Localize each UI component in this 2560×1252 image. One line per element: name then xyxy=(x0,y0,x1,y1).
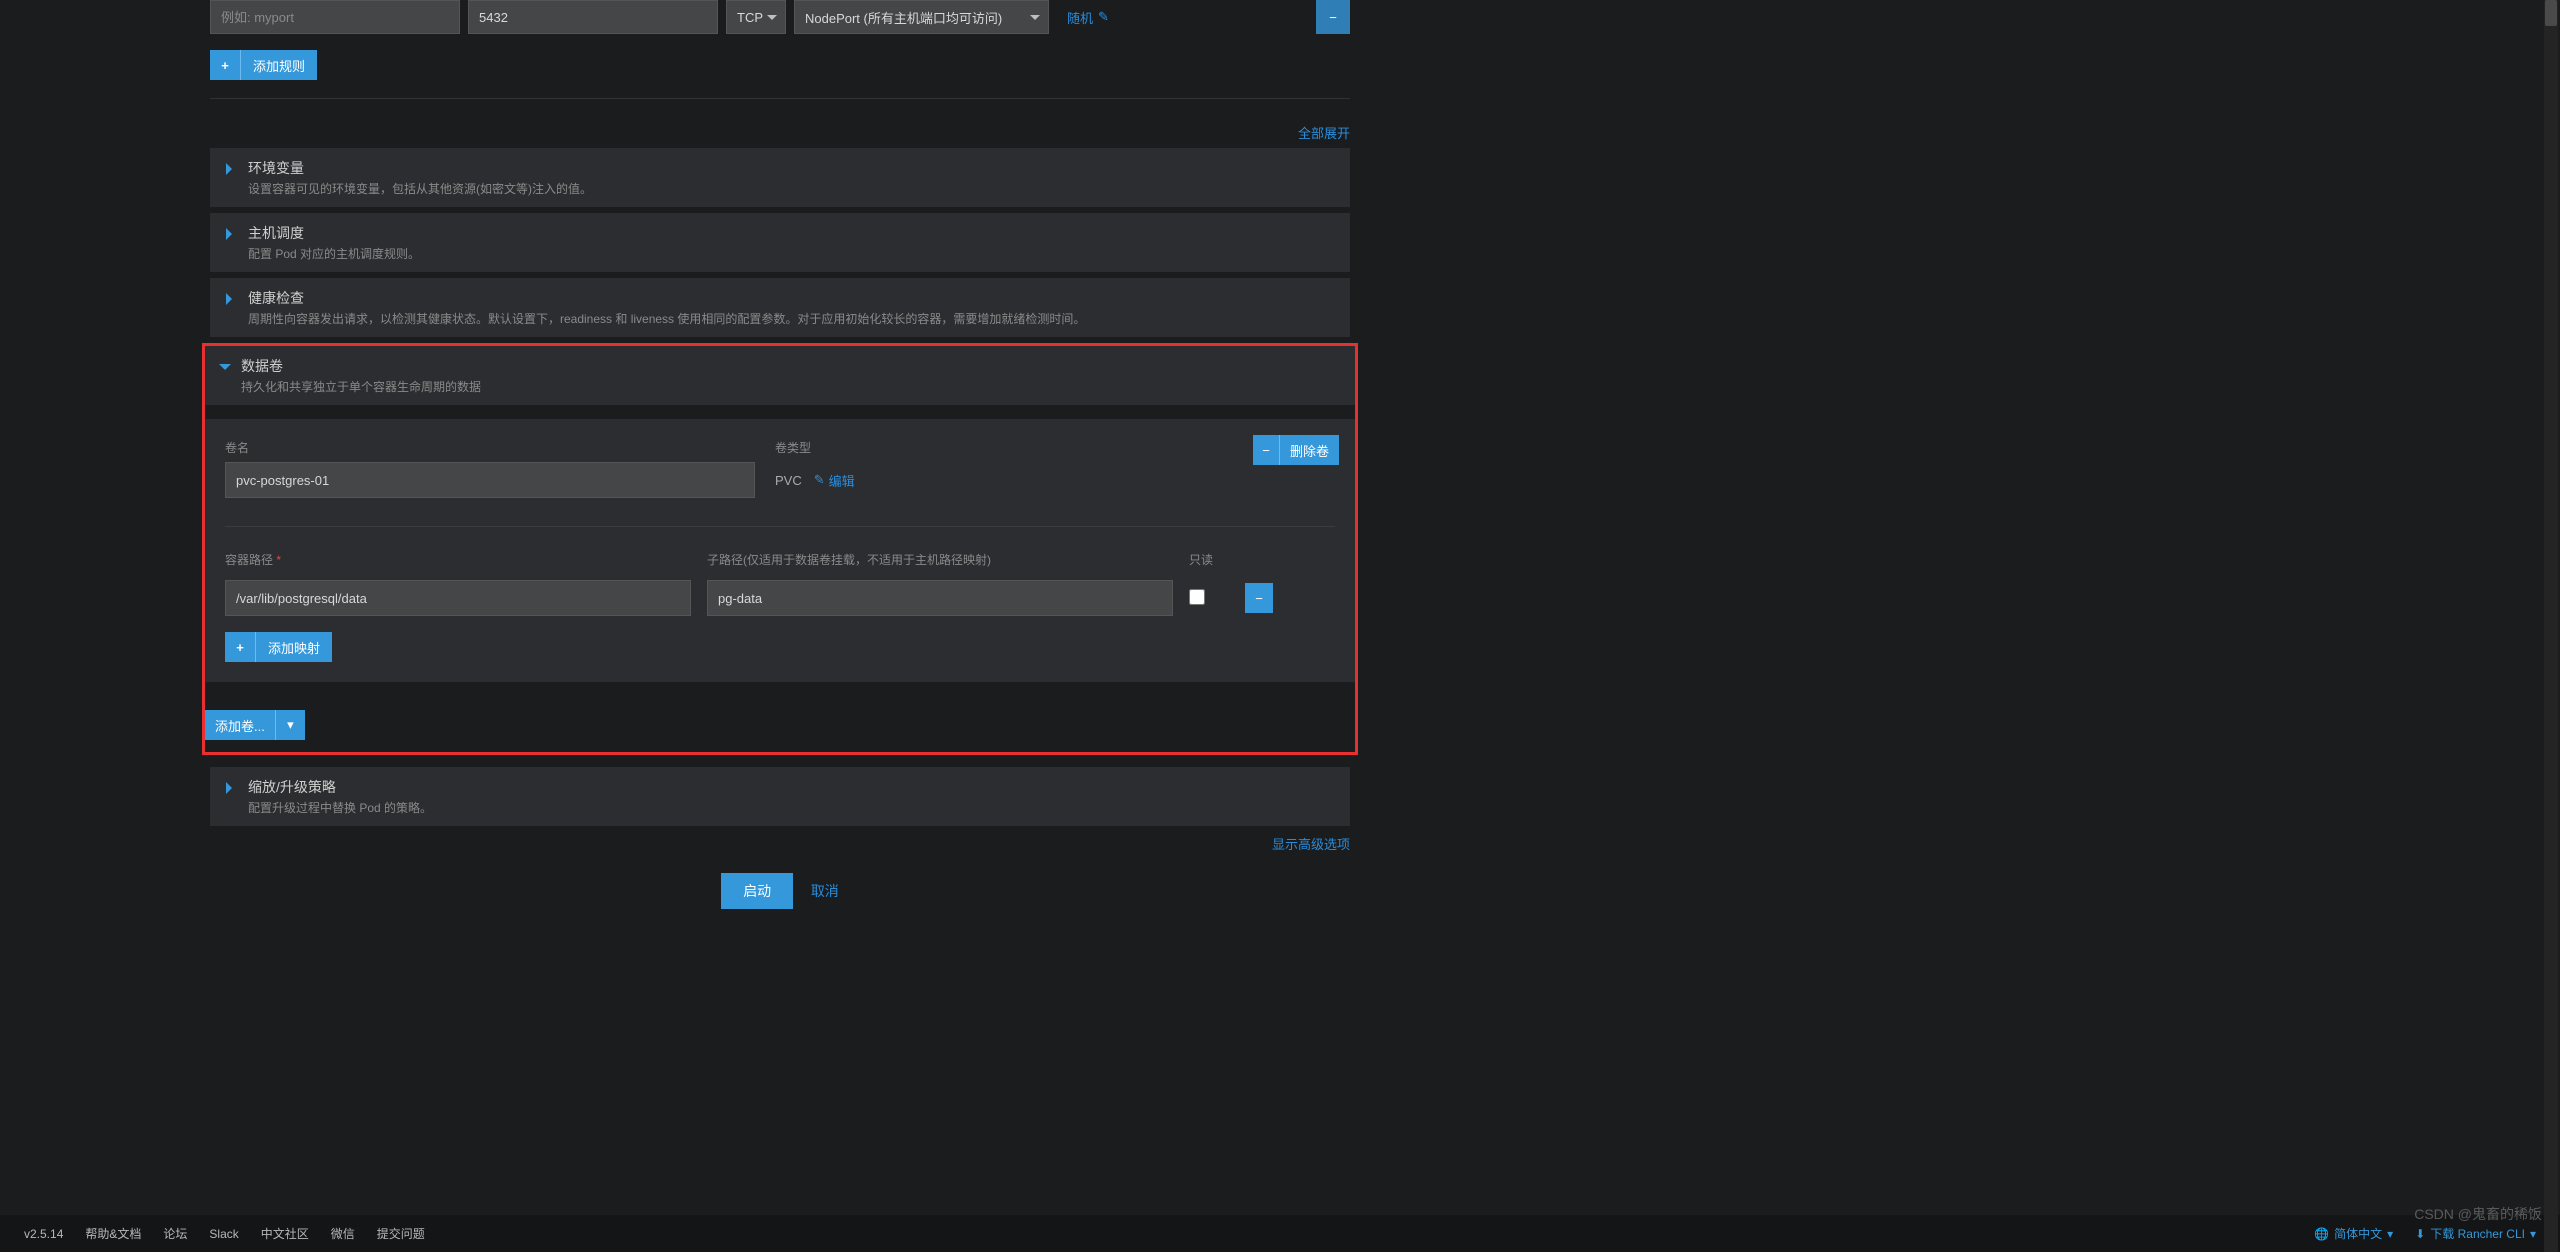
add-rule-button[interactable]: + 添加规则 xyxy=(210,50,317,80)
mount-path-label: 容器路径 * xyxy=(225,551,691,568)
globe-icon xyxy=(2314,1227,2329,1241)
add-mount-label: 添加映射 xyxy=(255,632,332,662)
footer-forum-link[interactable]: 论坛 xyxy=(163,1225,187,1242)
section-env[interactable]: 环境变量 设置容器可见的环境变量，包括从其他资源(如密文等)注入的值。 xyxy=(210,148,1350,207)
cancel-button[interactable]: 取消 xyxy=(811,881,839,901)
expand-all-link[interactable]: 全部展开 xyxy=(210,123,1350,142)
add-volume-label: 添加卷... xyxy=(205,710,275,740)
section-volumes-desc: 持久化和共享独立于单个容器生命周期的数据 xyxy=(241,378,481,395)
download-icon xyxy=(2415,1227,2425,1241)
show-advanced-link[interactable]: 显示高级选项 xyxy=(210,834,1350,853)
random-label: 随机 xyxy=(1067,8,1093,27)
section-health-desc: 周期性向容器发出请求，以检测其健康状态。默认设置下，readiness 和 li… xyxy=(248,310,1085,327)
volume-name-label: 卷名 xyxy=(225,439,755,456)
chevron-right-icon xyxy=(226,163,238,175)
volume-card: − 删除卷 卷名 卷类型 PVC 编辑 xyxy=(205,419,1355,682)
volume-type-label: 卷类型 xyxy=(775,439,855,456)
remove-mount-button[interactable]: − xyxy=(1245,583,1273,613)
container-port-input[interactable] xyxy=(468,0,718,34)
random-port-link[interactable]: 随机 xyxy=(1067,8,1109,27)
divider xyxy=(210,98,1350,99)
footer-version: v2.5.14 xyxy=(24,1227,63,1241)
plus-icon: + xyxy=(225,632,255,662)
section-health[interactable]: 健康检查 周期性向容器发出请求，以检测其健康状态。默认设置下，readiness… xyxy=(210,278,1350,337)
section-volumes-title: 数据卷 xyxy=(241,356,481,376)
language-selector[interactable]: 简体中文 ▾ xyxy=(2314,1225,2393,1242)
remove-port-button[interactable]: − xyxy=(1316,0,1350,34)
footer-slack-link[interactable]: Slack xyxy=(209,1227,238,1241)
section-env-desc: 设置容器可见的环境变量，包括从其他资源(如密文等)注入的值。 xyxy=(248,180,592,197)
protocol-value: TCP xyxy=(737,10,763,25)
scrollbar-thumb[interactable] xyxy=(2545,0,2557,26)
volume-type-value: PVC xyxy=(775,473,802,488)
volume-name-input[interactable] xyxy=(225,462,755,498)
mount-readonly-label: 只读 xyxy=(1189,551,1229,568)
section-env-title: 环境变量 xyxy=(248,158,592,178)
chevron-right-icon xyxy=(226,228,238,240)
minus-icon: − xyxy=(1253,435,1279,465)
launch-button[interactable]: 启动 xyxy=(721,873,793,909)
footer: v2.5.14 帮助&文档 论坛 Slack 中文社区 微信 提交问题 简体中文… xyxy=(0,1215,2560,1252)
footer-issue-link[interactable]: 提交问题 xyxy=(377,1225,425,1242)
chevron-down-icon: ▾ xyxy=(275,710,305,740)
chevron-down-icon xyxy=(219,364,231,376)
download-label: 下载 Rancher CLI xyxy=(2430,1225,2525,1242)
port-name-input[interactable] xyxy=(210,0,460,34)
add-rule-label: 添加规则 xyxy=(240,50,317,80)
section-scheduling-desc: 配置 Pod 对应的主机调度规则。 xyxy=(248,245,420,262)
mount-subpath-input[interactable] xyxy=(707,580,1173,616)
add-volume-dropdown[interactable]: 添加卷... ▾ xyxy=(205,710,305,740)
mount-readonly-checkbox[interactable] xyxy=(1189,589,1205,605)
section-scale-desc: 配置升级过程中替换 Pod 的策略。 xyxy=(248,799,432,816)
chevron-right-icon xyxy=(226,293,238,305)
chevron-right-icon xyxy=(226,782,238,794)
section-volumes[interactable]: 数据卷 持久化和共享独立于单个容器生命周期的数据 xyxy=(205,346,1355,405)
footer-wechat-link[interactable]: 微信 xyxy=(331,1225,355,1242)
section-scale[interactable]: 缩放/升级策略 配置升级过程中替换 Pod 的策略。 xyxy=(210,767,1350,826)
edit-label: 编辑 xyxy=(829,471,855,490)
delete-volume-label: 删除卷 xyxy=(1279,435,1339,465)
section-health-title: 健康检查 xyxy=(248,288,1085,308)
access-mode-value: NodePort (所有主机端口均可访问) xyxy=(805,8,1002,27)
plus-icon: + xyxy=(210,50,240,80)
volumes-highlight-box: 数据卷 持久化和共享独立于单个容器生命周期的数据 − 删除卷 卷名 卷类型 PV… xyxy=(202,343,1358,755)
add-mount-button[interactable]: + 添加映射 xyxy=(225,632,332,662)
language-label: 简体中文 xyxy=(2334,1225,2382,1242)
mount-path-input[interactable] xyxy=(225,580,691,616)
section-scheduling[interactable]: 主机调度 配置 Pod 对应的主机调度规则。 xyxy=(210,213,1350,272)
pencil-icon xyxy=(814,472,825,488)
section-scheduling-title: 主机调度 xyxy=(248,223,420,243)
edit-volume-link[interactable]: 编辑 xyxy=(814,471,855,490)
vertical-scrollbar[interactable] xyxy=(2544,0,2558,1252)
footer-cn-community-link[interactable]: 中文社区 xyxy=(261,1225,309,1242)
download-cli-link[interactable]: 下载 Rancher CLI ▾ xyxy=(2415,1225,2536,1242)
footer-help-link[interactable]: 帮助&文档 xyxy=(85,1225,141,1242)
access-mode-select[interactable]: NodePort (所有主机端口均可访问) xyxy=(794,0,1049,34)
pencil-icon xyxy=(1098,9,1109,25)
section-scale-title: 缩放/升级策略 xyxy=(248,777,432,797)
watermark: CSDN @鬼畜的稀饭 xyxy=(2414,1204,2542,1224)
mount-row: − xyxy=(225,580,1335,616)
delete-volume-button[interactable]: − 删除卷 xyxy=(1253,435,1339,465)
mount-subpath-label: 子路径(仅适用于数据卷挂载，不适用于主机路径映射) xyxy=(707,551,1173,568)
protocol-select[interactable]: TCP xyxy=(726,0,786,34)
